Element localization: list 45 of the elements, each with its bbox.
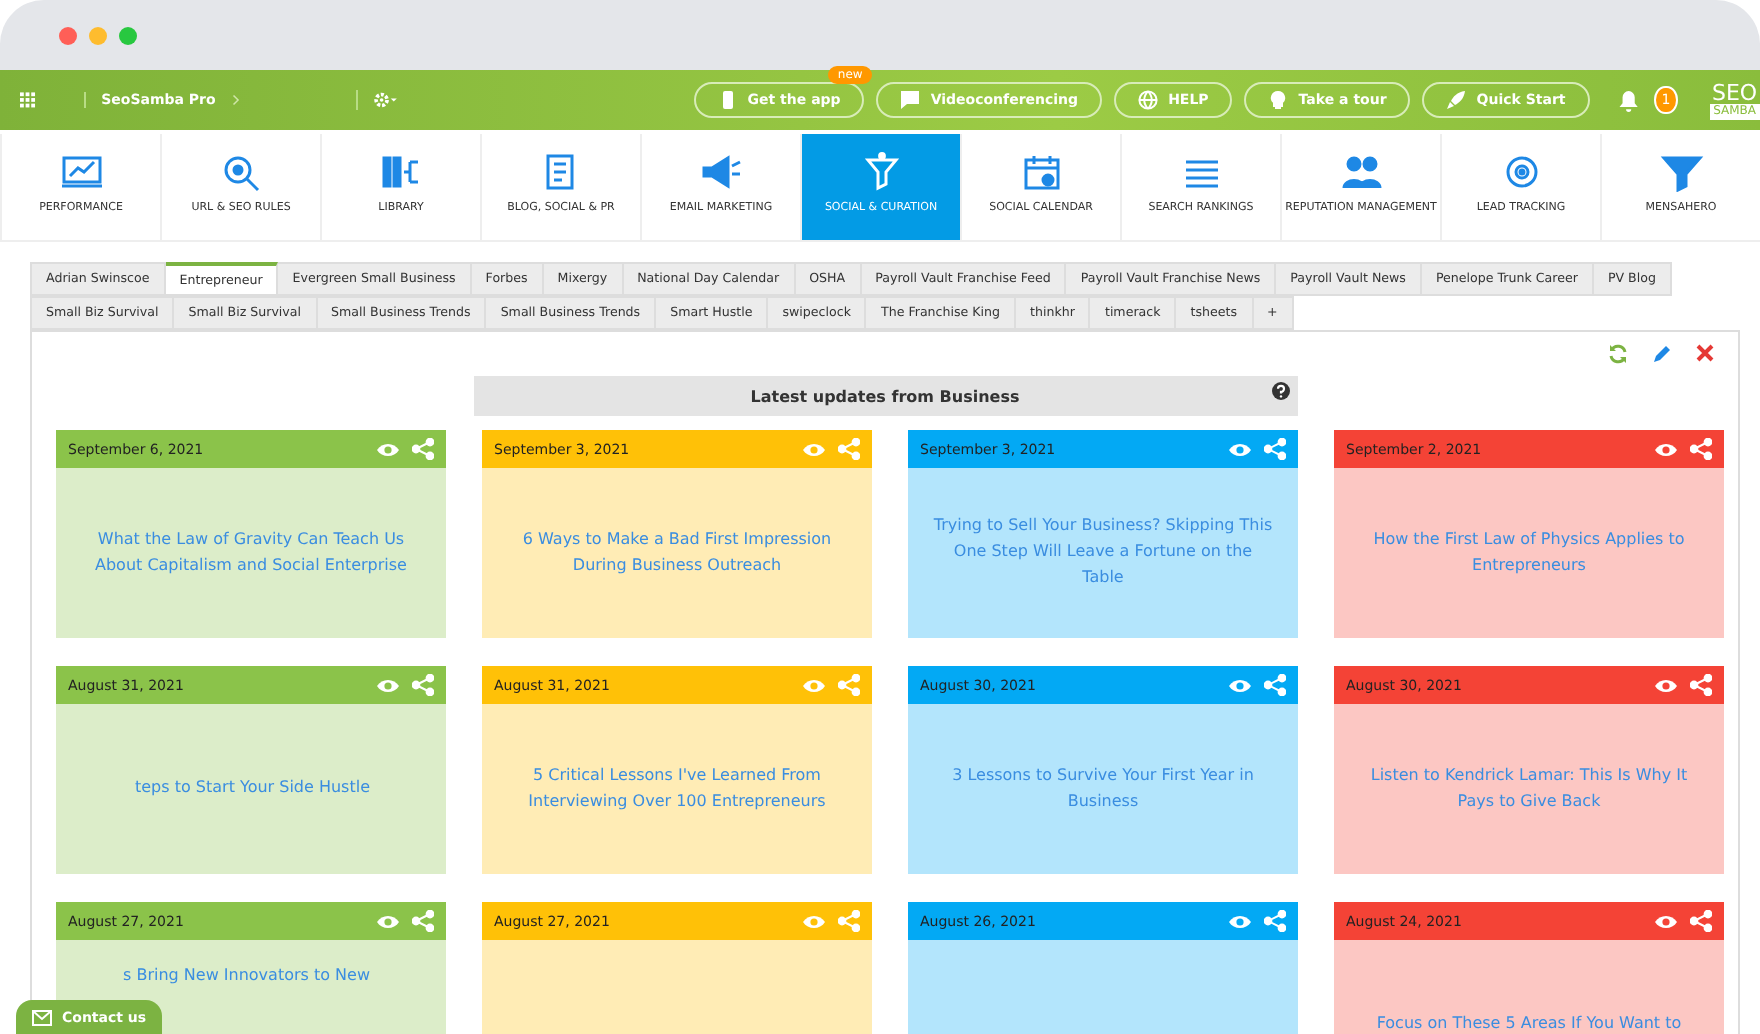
mail-icon (32, 1009, 52, 1025)
share-icon[interactable] (838, 438, 860, 460)
share-icon[interactable] (1690, 674, 1712, 696)
refresh-icon[interactable] (1608, 344, 1628, 364)
eye-icon[interactable] (1228, 677, 1252, 693)
eye-icon[interactable] (802, 441, 826, 457)
funnel-icon (1659, 152, 1703, 192)
share-icon[interactable] (1690, 910, 1712, 932)
eye-icon[interactable] (802, 913, 826, 929)
window-controls-icon[interactable] (58, 25, 138, 45)
eye-icon[interactable] (1654, 913, 1678, 929)
bell-icon[interactable] (1617, 85, 1639, 115)
section-title: Latest updates from Business (750, 387, 1020, 405)
calendar-icon (1019, 152, 1063, 192)
share-icon[interactable] (838, 910, 860, 932)
apps-grid-icon[interactable] (20, 90, 36, 110)
people-icon (1339, 152, 1383, 192)
share-icon[interactable] (412, 438, 434, 460)
share-icon[interactable] (1264, 674, 1286, 696)
eye-icon[interactable] (1654, 441, 1678, 457)
chevron-icon[interactable] (231, 92, 240, 108)
phone-icon (717, 90, 738, 110)
eye-icon[interactable] (1228, 913, 1252, 929)
megaphone-icon (699, 152, 743, 192)
share-icon[interactable] (412, 674, 434, 696)
eye-icon[interactable] (376, 913, 400, 929)
eye-icon[interactable] (1228, 441, 1252, 457)
eye-icon[interactable] (1654, 677, 1678, 693)
chat-icon (900, 90, 921, 110)
close-icon[interactable] (1696, 344, 1714, 362)
bulb-icon (1268, 90, 1289, 110)
share-icon[interactable] (1690, 438, 1712, 460)
share-icon[interactable] (412, 910, 434, 932)
help-icon[interactable] (1271, 382, 1289, 400)
eye-icon[interactable] (376, 441, 400, 457)
edit-icon[interactable] (1652, 344, 1672, 364)
chart-icon (59, 152, 103, 192)
logo-text: SEO (1711, 81, 1758, 103)
share-icon[interactable] (838, 674, 860, 696)
share-icon[interactable] (1264, 910, 1286, 932)
eye-icon[interactable] (376, 677, 400, 693)
share-icon[interactable] (1264, 438, 1286, 460)
eye-icon[interactable] (802, 677, 826, 693)
books-icon (379, 152, 423, 192)
globe-icon (1138, 90, 1159, 110)
